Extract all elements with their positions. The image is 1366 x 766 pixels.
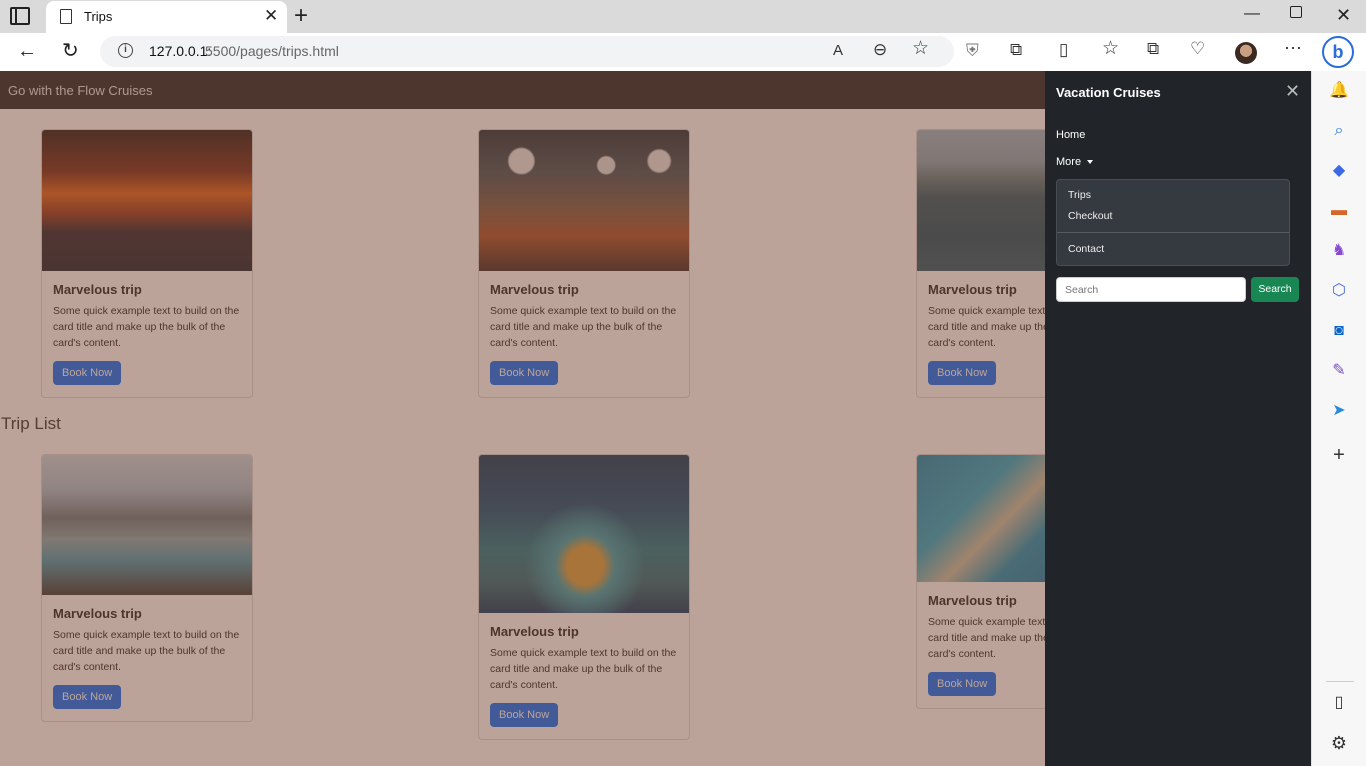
dropdown-divider xyxy=(1057,232,1289,233)
tab-actions-icon[interactable] xyxy=(10,7,30,25)
refresh-icon[interactable]: ↻ xyxy=(62,40,79,62)
dropdown-item-contact[interactable]: Contact xyxy=(1068,243,1104,255)
info-icon[interactable]: i xyxy=(118,43,133,58)
dropdown-item-trips[interactable]: Trips xyxy=(1068,189,1091,201)
page-viewport: Go with the Flow Cruises Marvelous trip … xyxy=(0,71,1311,766)
new-tab-icon[interactable]: + xyxy=(294,3,308,29)
search-button[interactable]: Search xyxy=(1251,277,1299,302)
tag-icon[interactable]: ◆ xyxy=(1329,161,1349,181)
nav-dropdown-more[interactable]: More xyxy=(1056,156,1081,168)
dropdown-menu: Trips Checkout Contact xyxy=(1056,179,1290,266)
read-aloud-icon[interactable]: A xyxy=(833,41,843,61)
search-icon[interactable]: ⌕ xyxy=(1329,121,1349,141)
close-tab-icon[interactable]: ✕ xyxy=(264,7,278,25)
favorites-icon[interactable]: ☆ xyxy=(1102,39,1119,59)
browser-tab-bar: Trips ✕ + — ✕ xyxy=(0,0,1366,33)
zoom-out-icon[interactable]: ⊖ xyxy=(873,40,887,60)
url-host: 127.0.0.1: xyxy=(149,43,212,59)
bell-icon[interactable]: 🔔 xyxy=(1329,81,1349,101)
bing-copilot-icon[interactable]: b xyxy=(1322,36,1354,68)
offcanvas-title: Vacation Cruises xyxy=(1056,85,1161,100)
caret-down-icon xyxy=(1087,160,1093,164)
toolbox-icon[interactable]: ▬ xyxy=(1329,201,1349,221)
favorite-star-icon[interactable]: ☆ xyxy=(912,39,929,59)
profile-avatar[interactable] xyxy=(1235,42,1257,64)
extensions-icon[interactable]: ⧉ xyxy=(1010,40,1022,60)
send-icon[interactable]: ➤ xyxy=(1329,401,1349,421)
sidebar-divider xyxy=(1326,681,1354,682)
designer-icon[interactable]: ✎ xyxy=(1329,361,1349,381)
minimize-icon[interactable]: — xyxy=(1244,5,1260,23)
collections-icon[interactable]: ⧉ xyxy=(1147,39,1159,59)
restore-icon[interactable] xyxy=(1290,6,1302,18)
back-icon[interactable]: ← xyxy=(17,40,37,62)
shield-icon[interactable]: ⛨ xyxy=(966,41,979,61)
office-icon[interactable]: ⬡ xyxy=(1329,281,1349,301)
outlook-icon[interactable]: ◙ xyxy=(1329,321,1349,341)
edge-sidebar: 🔔 ⌕ ◆ ▬ ♞ ⬡ ◙ ✎ ➤ + ▯ ⚙ xyxy=(1311,71,1366,766)
address-toolbar: ← ↻ i 127.0.0.1: 5500/pages/trips.html A… xyxy=(0,33,1366,71)
performance-icon[interactable]: ♡ xyxy=(1190,39,1205,59)
search-input[interactable] xyxy=(1056,277,1246,302)
nav-link-home[interactable]: Home xyxy=(1056,129,1085,141)
browser-tab[interactable]: Trips ✕ xyxy=(46,1,287,33)
add-icon[interactable]: + xyxy=(1329,445,1349,465)
close-window-icon[interactable]: ✕ xyxy=(1336,5,1351,26)
address-bar[interactable]: i 127.0.0.1: 5500/pages/trips.html A ⊖ ☆ xyxy=(100,36,954,67)
page-icon xyxy=(60,9,72,24)
games-icon[interactable]: ♞ xyxy=(1329,241,1349,261)
url-path: 5500/pages/trips.html xyxy=(205,43,339,59)
settings-icon[interactable]: ⚙ xyxy=(1329,733,1349,753)
dropdown-item-checkout[interactable]: Checkout xyxy=(1068,210,1112,222)
sidebar-layout-icon[interactable]: ▯ xyxy=(1329,693,1349,713)
more-menu-icon[interactable]: ⋯ xyxy=(1284,38,1302,58)
offcanvas-menu: Vacation Cruises ✕ Home More Trips Check… xyxy=(1045,71,1311,766)
close-icon[interactable]: ✕ xyxy=(1285,81,1300,102)
tab-title: Trips xyxy=(84,9,113,24)
split-screen-icon[interactable]: ▯ xyxy=(1059,40,1068,60)
